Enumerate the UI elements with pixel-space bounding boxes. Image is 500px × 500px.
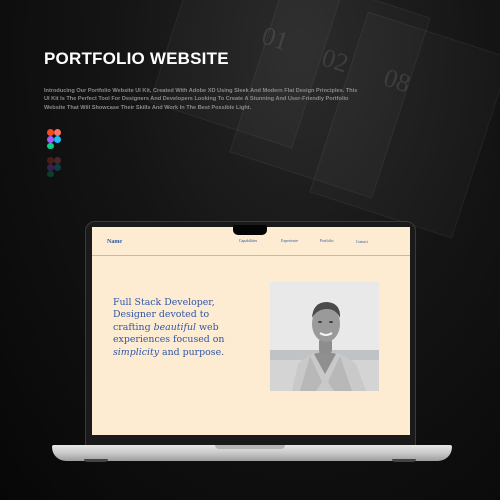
hero-line: Designer devoted to <box>113 309 210 321</box>
site-nav: Capabilities Experience Portfolio Contac… <box>92 239 410 247</box>
nav-portfolio[interactable]: Portfolio <box>320 239 334 243</box>
laptop-foot <box>84 459 108 462</box>
hero-line: experiences focused on <box>113 334 225 346</box>
hero-text: and purpose. <box>159 346 225 358</box>
nav-divider <box>92 255 410 256</box>
hero-line: simplicity and purpose. <box>113 347 263 359</box>
nav-capabilities[interactable]: Capabilities <box>239 239 257 243</box>
laptop-foot <box>392 459 416 462</box>
nav-contact[interactable]: Contact <box>356 240 368 244</box>
xd-icon <box>47 157 61 177</box>
portrait-photo <box>270 282 379 391</box>
hero-headline: Full Stack Developer, Designer devoted t… <box>113 297 263 359</box>
portrait-illustration <box>270 282 379 391</box>
hero-line: Full Stack Developer, <box>113 297 215 308</box>
laptop-opening-groove <box>215 445 285 449</box>
hero-line: crafting beautiful web <box>113 322 263 334</box>
website-screen: Name Capabilities Experience Portfolio C… <box>92 227 410 435</box>
hero-emphasis: beautiful <box>153 321 197 333</box>
hero-text: web <box>196 321 219 333</box>
hero-emphasis: simplicity <box>113 346 160 358</box>
figma-icon <box>47 129 61 149</box>
camera-notch <box>233 225 267 235</box>
hero-text: crafting <box>113 321 154 333</box>
page-title: PORTFOLIO WEBSITE <box>44 49 229 68</box>
nav-experience[interactable]: Experience <box>281 239 298 243</box>
page-description: Introducing Our Portfolio Website UI Kit… <box>44 88 358 111</box>
